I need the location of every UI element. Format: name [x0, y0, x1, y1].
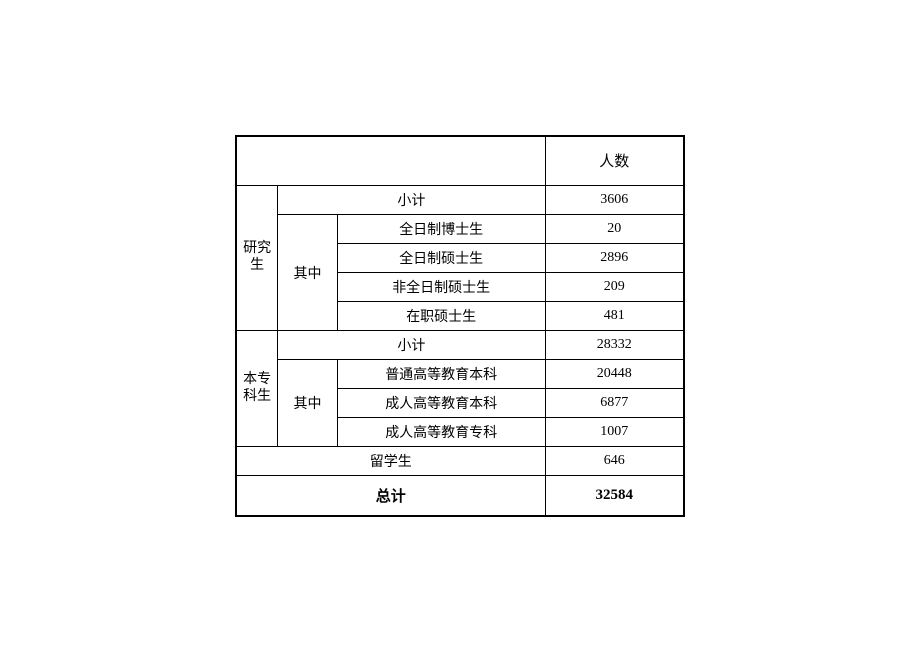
item-value: 20448 — [545, 360, 684, 389]
header-blank — [236, 136, 545, 186]
item-value: 20 — [545, 215, 684, 244]
item-value: 209 — [545, 273, 684, 302]
item-label: 全日制硕士生 — [337, 244, 545, 273]
item-value: 1007 — [545, 418, 684, 447]
subtotal-value: 3606 — [545, 186, 684, 215]
including-label: 其中 — [278, 360, 338, 447]
intl-value: 646 — [545, 447, 684, 476]
item-value: 481 — [545, 302, 684, 331]
total-value: 32584 — [545, 476, 684, 516]
item-value: 2896 — [545, 244, 684, 273]
header-count: 人数 — [545, 136, 684, 186]
table-row: 本专科生 小计 28332 — [236, 331, 684, 360]
data-table: 人数 研究生 小计 3606 其中 全日制博士生 20 全日制硕士生 2896 … — [235, 135, 685, 517]
subtotal-label: 小计 — [278, 331, 545, 360]
item-label: 成人高等教育本科 — [337, 389, 545, 418]
item-label: 在职硕士生 — [337, 302, 545, 331]
table-row: 留学生 646 — [236, 447, 684, 476]
subtotal-label: 小计 — [278, 186, 545, 215]
student-count-table: 人数 研究生 小计 3606 其中 全日制博士生 20 全日制硕士生 2896 … — [235, 135, 685, 517]
table-row: 研究生 小计 3606 — [236, 186, 684, 215]
table-row: 其中 全日制博士生 20 — [236, 215, 684, 244]
total-label: 总计 — [236, 476, 545, 516]
item-label: 普通高等教育本科 — [337, 360, 545, 389]
header-row: 人数 — [236, 136, 684, 186]
item-label: 全日制博士生 — [337, 215, 545, 244]
intl-label: 留学生 — [236, 447, 545, 476]
item-label: 成人高等教育专科 — [337, 418, 545, 447]
total-row: 总计 32584 — [236, 476, 684, 516]
group-label-undergrad: 本专科生 — [236, 331, 278, 447]
group-label-grad: 研究生 — [236, 186, 278, 331]
including-label: 其中 — [278, 215, 338, 331]
table-row: 其中 普通高等教育本科 20448 — [236, 360, 684, 389]
subtotal-value: 28332 — [545, 331, 684, 360]
item-value: 6877 — [545, 389, 684, 418]
item-label: 非全日制硕士生 — [337, 273, 545, 302]
